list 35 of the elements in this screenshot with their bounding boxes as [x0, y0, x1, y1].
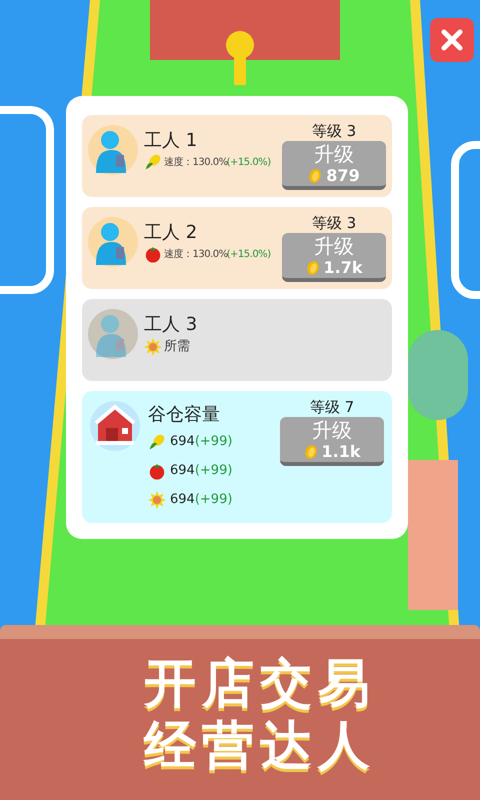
stock-amount: 694: [170, 490, 195, 509]
barn-title: 谷仓容量: [148, 403, 221, 427]
close-button[interactable]: [430, 18, 474, 62]
speed-text: 速度：130.0%: [164, 156, 228, 170]
corn-icon: [148, 432, 166, 450]
speed-bonus: (+15.0%): [226, 156, 271, 170]
stock-bonus: (+99): [194, 432, 232, 451]
stock-amount: 694: [170, 432, 195, 451]
level-label: 等级 3: [312, 121, 356, 141]
banner-title: 开店交易: [144, 654, 376, 714]
stock-bonus: (+99): [194, 490, 232, 509]
coin-icon: [306, 260, 320, 276]
upgrade-button[interactable]: 升级 1.1k: [280, 417, 384, 466]
upgrade-button[interactable]: 升级 879: [282, 141, 386, 190]
stock-bonus: (+99): [194, 462, 232, 480]
requirement-label: 所需: [164, 338, 190, 356]
coin-icon: [304, 444, 318, 460]
worker-name: 工人 1: [144, 129, 198, 153]
speed-text: 速度：130.0%: [164, 248, 228, 262]
level-label: 等级 3: [312, 213, 356, 233]
stock-amount: 694: [170, 462, 195, 480]
sunflower-icon: [144, 338, 162, 356]
upgrade-button[interactable]: 升级 1.7k: [282, 233, 386, 282]
close-icon: [440, 28, 464, 52]
tomato-icon: [144, 245, 162, 263]
worker-name: 工人 2: [144, 221, 198, 245]
sunflower-icon: [148, 490, 166, 508]
speed-bonus: (+15.0%): [226, 248, 271, 262]
tomato-icon: [148, 462, 166, 480]
coin-icon: [308, 168, 322, 184]
corn-icon: [144, 153, 162, 171]
barn-icon: [90, 401, 140, 451]
level-label: 等级 7: [310, 397, 354, 417]
worker-name: 工人 3: [144, 313, 198, 337]
banner-title: 经营达人: [144, 716, 376, 776]
